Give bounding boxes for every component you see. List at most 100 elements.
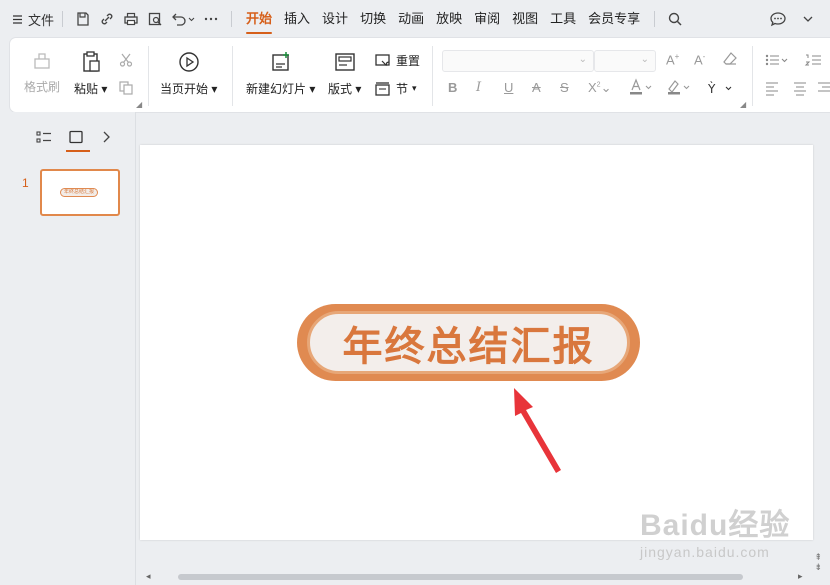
tab-home[interactable]: 开始	[240, 0, 278, 38]
annotation-arrow-icon	[514, 388, 561, 473]
shadow-icon[interactable]: S	[560, 80, 569, 95]
font-family-select[interactable]: ⌄	[442, 50, 594, 72]
font-color-icon[interactable]	[628, 78, 654, 96]
underline-icon[interactable]: U	[504, 80, 513, 95]
tab-transition[interactable]: 切换	[354, 0, 392, 38]
decrease-font-icon[interactable]: A-	[694, 52, 705, 67]
ribbon-tabs: 开始 插入 设计 切换 动画 放映 审阅 视图 工具 会员专享	[240, 0, 646, 38]
new-slide-button[interactable]: 新建幻灯片 ▾	[246, 50, 315, 97]
tab-slideshow[interactable]: 放映	[430, 0, 468, 38]
clear-format-icon[interactable]	[722, 51, 738, 67]
font-expand-icon[interactable]: ◢	[740, 100, 746, 109]
format-painter-icon	[31, 50, 53, 72]
print-icon[interactable]	[119, 7, 143, 31]
link-icon[interactable]	[95, 7, 119, 31]
chevron-down-icon: ⌄	[640, 54, 649, 65]
thumbnail-view-icon[interactable]	[68, 130, 84, 144]
divider	[752, 46, 753, 106]
title-shape[interactable]: 年终总结汇报	[297, 304, 640, 381]
tab-review[interactable]: 审阅	[468, 0, 506, 38]
slide-panel: 1 年终总结汇报	[0, 112, 136, 585]
play-icon	[177, 50, 201, 74]
menubar-right	[766, 7, 820, 31]
slide-canvas[interactable]: 年终总结汇报	[140, 145, 813, 540]
tab-insert[interactable]: 插入	[278, 0, 316, 38]
copy-icon[interactable]	[118, 80, 134, 96]
paste-label: 粘贴	[74, 82, 99, 96]
outline-view-icon[interactable]	[36, 130, 52, 144]
cut-icon[interactable]	[118, 52, 134, 68]
paste-icon	[79, 50, 103, 74]
divider	[232, 46, 233, 106]
slide-thumbnail[interactable]: 年终总结汇报	[40, 169, 120, 216]
reset-button[interactable]: 重置	[374, 52, 420, 69]
format-painter-button[interactable]: 格式刷	[24, 50, 60, 95]
numbered-list-icon[interactable]	[804, 52, 830, 68]
thumbnail-title: 年终总结汇报	[60, 188, 98, 197]
chevron-down-icon: ⌄	[578, 54, 587, 65]
layout-label: 版式	[328, 82, 353, 96]
section-label: 节	[396, 82, 409, 96]
play-from-current-label: 当页开始	[160, 82, 209, 96]
align-left-icon[interactable]	[764, 80, 780, 96]
svg-text:Ỳ: Ỳ	[707, 81, 716, 96]
file-menu-label: 文件	[28, 12, 55, 28]
new-slide-icon	[269, 50, 293, 74]
clipboard-expand-icon[interactable]: ◢	[136, 100, 142, 109]
panel-view-switcher	[36, 130, 112, 144]
ribbon: 格式刷 粘贴 ▾ ◢ 当页开始 ▾ 新建幻灯片 ▾ 版式 ▾ 重置 节 ▾ ⌄ …	[10, 38, 830, 112]
new-slide-label: 新建幻灯片	[246, 82, 307, 96]
scroll-left-icon[interactable]: ◂	[146, 571, 151, 582]
section-icon	[374, 81, 392, 97]
horizontal-scrollbar[interactable]	[178, 574, 743, 580]
divider	[148, 46, 149, 106]
tab-member[interactable]: 会员专享	[582, 0, 646, 38]
file-menu[interactable]: 文件	[12, 10, 54, 29]
strikethrough-icon[interactable]: A	[532, 80, 541, 95]
chevron-down-icon[interactable]	[796, 7, 820, 31]
divider	[432, 46, 433, 106]
tab-tools[interactable]: 工具	[544, 0, 582, 38]
chevron-down-icon: ▾	[412, 83, 417, 93]
chevron-right-icon[interactable]	[100, 130, 112, 144]
divider	[62, 11, 64, 27]
reset-icon	[374, 53, 392, 69]
bullet-list-icon[interactable]	[764, 52, 790, 68]
search-icon[interactable]	[663, 7, 687, 31]
scroll-right-icon[interactable]: ▸	[798, 571, 803, 582]
tab-animation[interactable]: 动画	[392, 0, 430, 38]
align-right-icon[interactable]	[818, 80, 830, 96]
section-button[interactable]: 节 ▾	[374, 80, 417, 97]
preview-icon[interactable]	[143, 7, 167, 31]
italic-icon[interactable]: I	[476, 80, 481, 95]
watermark-url: jingyan.baidu.com	[640, 544, 770, 560]
bold-icon[interactable]: B	[448, 80, 457, 95]
format-painter-label: 格式刷	[24, 80, 61, 94]
highlight-icon[interactable]	[666, 78, 692, 96]
tab-view[interactable]: 视图	[506, 0, 544, 38]
phonetic-icon[interactable]: Ỳ	[706, 80, 734, 96]
divider	[231, 11, 233, 27]
active-view-indicator	[66, 150, 90, 152]
slide-number: 1	[22, 176, 29, 190]
comment-icon[interactable]	[766, 7, 790, 31]
vertical-scroll-arrows[interactable]: ⇞ ⇟	[814, 552, 822, 572]
superscript-icon[interactable]: X2⌄	[588, 80, 611, 96]
more-icon[interactable]	[199, 7, 223, 31]
layout-button[interactable]: 版式 ▾	[328, 50, 361, 97]
undo-icon[interactable]	[167, 7, 199, 31]
increase-font-icon[interactable]: A+	[666, 52, 679, 67]
watermark-logo: Baidu经验	[640, 509, 791, 542]
play-from-current-button[interactable]: 当页开始 ▾	[160, 50, 217, 97]
paste-button[interactable]: 粘贴 ▾	[74, 50, 107, 97]
reset-label: 重置	[396, 54, 421, 68]
layout-icon	[333, 50, 357, 74]
slide-title[interactable]: 年终总结汇报	[297, 304, 640, 381]
divider	[654, 11, 656, 27]
menu-bar: 文件 开始 插入 设计 切换 动画 放映 审阅 视图 工具 会员专享	[0, 0, 830, 38]
save-icon[interactable]	[71, 7, 95, 31]
menu-icon	[12, 14, 23, 25]
align-center-icon[interactable]	[792, 80, 808, 96]
tab-design[interactable]: 设计	[316, 0, 354, 38]
font-size-select[interactable]: ⌄	[594, 50, 656, 72]
